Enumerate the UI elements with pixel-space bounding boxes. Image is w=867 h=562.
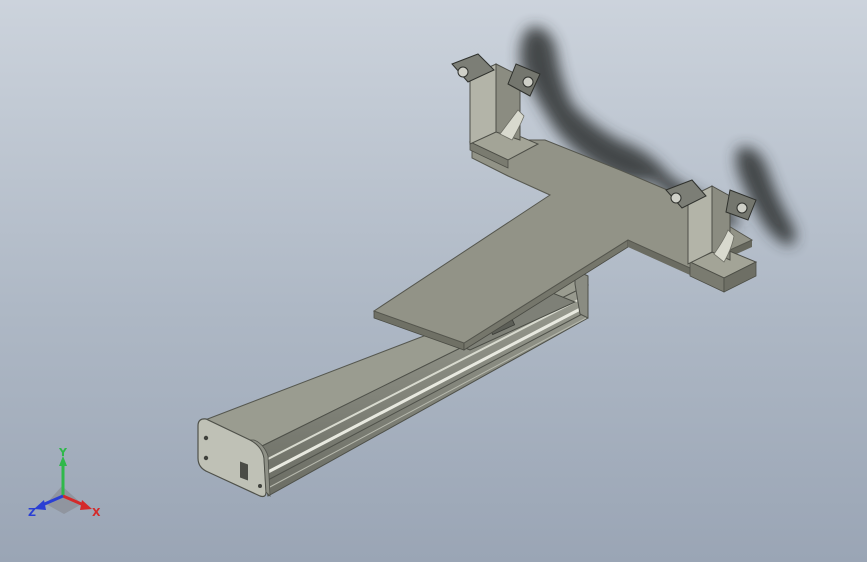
z-axis-label: Z bbox=[28, 506, 36, 519]
left-sensor-lens-2 bbox=[522, 76, 534, 88]
end-cap-hole-1 bbox=[203, 435, 209, 441]
cad-model-view[interactable] bbox=[0, 0, 867, 562]
y-axis-label: Y bbox=[58, 448, 68, 459]
right-sensor-lens-2 bbox=[736, 202, 748, 214]
axis-triad[interactable]: Y X Z bbox=[26, 448, 106, 522]
left-sensor-lens bbox=[457, 66, 469, 78]
x-axis-arrow bbox=[80, 500, 92, 510]
x-axis-label: X bbox=[92, 506, 101, 519]
end-cap-slot bbox=[240, 461, 248, 481]
graphics-viewport[interactable]: Y X Z bbox=[0, 0, 867, 562]
end-cap-hole-3 bbox=[258, 484, 262, 488]
right-sensor-lens bbox=[670, 192, 682, 204]
end-cap-hole-2 bbox=[203, 455, 209, 461]
